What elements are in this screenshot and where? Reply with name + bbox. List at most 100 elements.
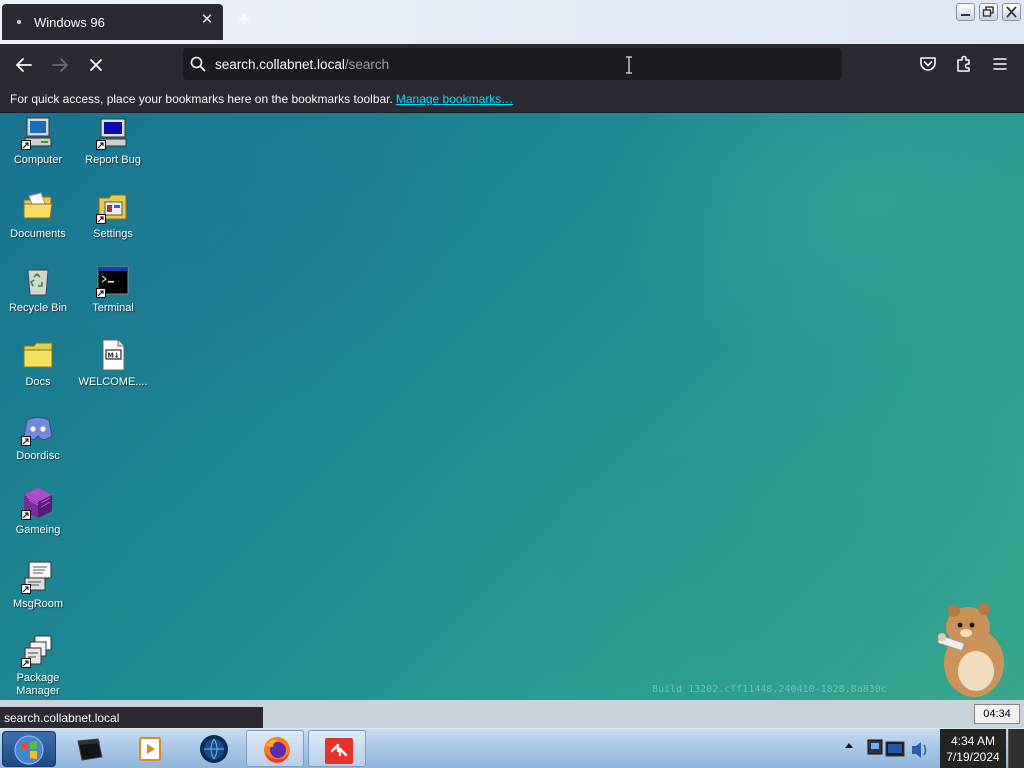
desktop-icon-label: Report Bug bbox=[85, 154, 141, 166]
start-button[interactable] bbox=[2, 731, 56, 767]
desktop-icon-label: Terminal bbox=[92, 302, 134, 314]
volume-icon[interactable] bbox=[912, 742, 927, 758]
browser-tab[interactable]: Windows 96 ✕ bbox=[2, 4, 223, 40]
shortcut-arrow-icon bbox=[21, 436, 31, 446]
link-status-tooltip: search.collabnet.local bbox=[0, 707, 263, 728]
url-host: search.collabnet.local bbox=[215, 57, 345, 72]
clock-time: 4:34 AM bbox=[950, 734, 996, 748]
shortcut-arrow-icon bbox=[96, 288, 106, 298]
forward-arrow-icon bbox=[52, 58, 68, 72]
pocket-icon[interactable] bbox=[918, 54, 938, 74]
desktop-icon-label: Doordisc bbox=[16, 450, 60, 462]
text-cursor-icon bbox=[626, 56, 632, 74]
bookmarks-message: For quick access, place your bookmarks h… bbox=[10, 92, 513, 106]
back-button[interactable] bbox=[11, 52, 37, 78]
desktop: Computer Report Bug Documents Settings R… bbox=[0, 113, 1024, 700]
shortcut-arrow-icon bbox=[21, 510, 31, 520]
docs-folder-icon bbox=[21, 338, 55, 372]
build-info-watermark: Build 13202.cff11448.240410-1828.8a830c bbox=[652, 684, 887, 695]
shortcut-arrow-icon bbox=[96, 214, 106, 224]
forward-button[interactable] bbox=[47, 52, 73, 78]
desktop-icon-label: MsgRoom bbox=[12, 598, 64, 610]
markdown-file-icon: M↓ bbox=[96, 338, 130, 372]
desktop-icon-label: Settings bbox=[93, 228, 133, 240]
desktop-icon-settings[interactable]: Settings bbox=[76, 190, 150, 241]
tab-loading-indicator bbox=[17, 20, 21, 24]
search-icon bbox=[190, 56, 206, 72]
taskbar-app-firefox[interactable] bbox=[246, 730, 304, 767]
desktop-icon-package-manager[interactable]: Package Manager bbox=[1, 634, 75, 698]
desktop-icon-doordisc[interactable]: Doordisc bbox=[1, 412, 75, 463]
url-path: /search bbox=[344, 57, 390, 72]
desktop-icon-welcome-file[interactable]: M↓ WELCOME.... bbox=[76, 338, 150, 389]
browser-nav-bar: search.collabnet.local/search bbox=[0, 44, 1024, 85]
firefox-icon bbox=[264, 737, 290, 763]
taskbar-app-globe-browser[interactable] bbox=[184, 730, 242, 767]
clock-date: 7/19/2024 bbox=[946, 750, 1000, 764]
computer-icon bbox=[21, 116, 55, 150]
media-box-icon bbox=[77, 738, 103, 761]
desktop-icon-docs[interactable]: Docs bbox=[1, 338, 75, 389]
taskbar: 4:34 AM 7/19/2024 bbox=[0, 728, 1024, 768]
shortcut-arrow-icon bbox=[96, 140, 106, 150]
desktop-icon-label: WELCOME.... bbox=[78, 376, 148, 388]
shortcut-arrow-icon bbox=[21, 584, 31, 594]
manage-bookmarks-link[interactable]: Manage bookmarks… bbox=[396, 92, 513, 106]
media-player-icon bbox=[139, 737, 161, 761]
extensions-puzzle-icon[interactable] bbox=[954, 54, 974, 74]
tab-title: Windows 96 bbox=[34, 15, 105, 30]
desktop-icon-terminal[interactable]: Terminal bbox=[76, 264, 150, 315]
windows-logo-icon bbox=[14, 735, 44, 765]
hamster-mascot-icon[interactable] bbox=[926, 599, 1016, 699]
monitor-icon[interactable] bbox=[885, 741, 905, 757]
bittorrent-icon bbox=[325, 738, 353, 764]
svg-text:M↓: M↓ bbox=[108, 352, 120, 360]
doordisc-icon bbox=[21, 412, 55, 446]
hamburger-menu-icon[interactable] bbox=[990, 54, 1010, 74]
settings-icon bbox=[96, 190, 130, 224]
globe-browser-icon bbox=[200, 735, 228, 763]
desktop-icon-report-bug[interactable]: Report Bug bbox=[76, 116, 150, 167]
terminal-icon bbox=[96, 264, 130, 298]
bookmarks-toolbar: For quick access, place your bookmarks h… bbox=[0, 85, 1024, 113]
documents-folder-icon bbox=[21, 190, 55, 224]
desktop-icon-label: Documents bbox=[10, 228, 66, 240]
network-icon[interactable] bbox=[867, 739, 883, 755]
shortcut-arrow-icon bbox=[21, 658, 31, 668]
tab-close-icon[interactable]: ✕ bbox=[199, 12, 215, 28]
back-arrow-icon bbox=[16, 58, 32, 72]
stop-x-icon bbox=[90, 59, 102, 71]
url-bar[interactable]: search.collabnet.local/search bbox=[183, 48, 842, 80]
desktop-icon-documents[interactable]: Documents bbox=[1, 190, 75, 241]
window-restore-button[interactable] bbox=[979, 3, 998, 21]
desktop-icon-label: Recycle Bin bbox=[8, 302, 68, 314]
window-minimize-button[interactable] bbox=[956, 3, 975, 21]
taskbar-app-media-player[interactable] bbox=[120, 730, 178, 767]
desktop-icon-computer[interactable]: Computer bbox=[1, 116, 75, 167]
shortcut-arrow-icon bbox=[21, 140, 31, 150]
window-close-button[interactable] bbox=[1002, 3, 1021, 21]
browser-tab-bar: Windows 96 ✕ + bbox=[0, 0, 1024, 44]
taskbar-app-media-box[interactable] bbox=[60, 730, 118, 767]
desktop-icon-label: Gameing bbox=[15, 524, 61, 536]
taskbar-app-bittorrent[interactable] bbox=[308, 730, 366, 767]
desktop-mini-clock: 04:34 bbox=[974, 704, 1020, 724]
bookmarks-message-text: For quick access, place your bookmarks h… bbox=[10, 92, 393, 106]
show-desktop-button[interactable] bbox=[1008, 729, 1024, 768]
taskbar-clock[interactable]: 4:34 AM 7/19/2024 bbox=[940, 729, 1006, 768]
gameing-icon bbox=[21, 486, 55, 520]
report-bug-icon bbox=[96, 116, 130, 150]
desktop-icon-msgroom[interactable]: MsgRoom bbox=[1, 560, 75, 611]
desktop-icon-label: Package Manager bbox=[16, 672, 60, 697]
stop-loading-button[interactable] bbox=[83, 52, 109, 78]
system-tray bbox=[840, 730, 938, 768]
msgroom-icon bbox=[21, 560, 55, 594]
package-manager-icon bbox=[21, 634, 55, 668]
desktop-icon-label: Docs bbox=[25, 376, 51, 388]
desktop-icon-label: Computer bbox=[13, 154, 63, 166]
url-text: search.collabnet.local/search bbox=[215, 57, 389, 72]
desktop-icon-gameing[interactable]: Gameing bbox=[1, 486, 75, 537]
new-tab-button[interactable]: + bbox=[234, 10, 254, 30]
desktop-icon-recycle-bin[interactable]: Recycle Bin bbox=[1, 264, 75, 315]
recycle-bin-icon bbox=[21, 264, 55, 298]
